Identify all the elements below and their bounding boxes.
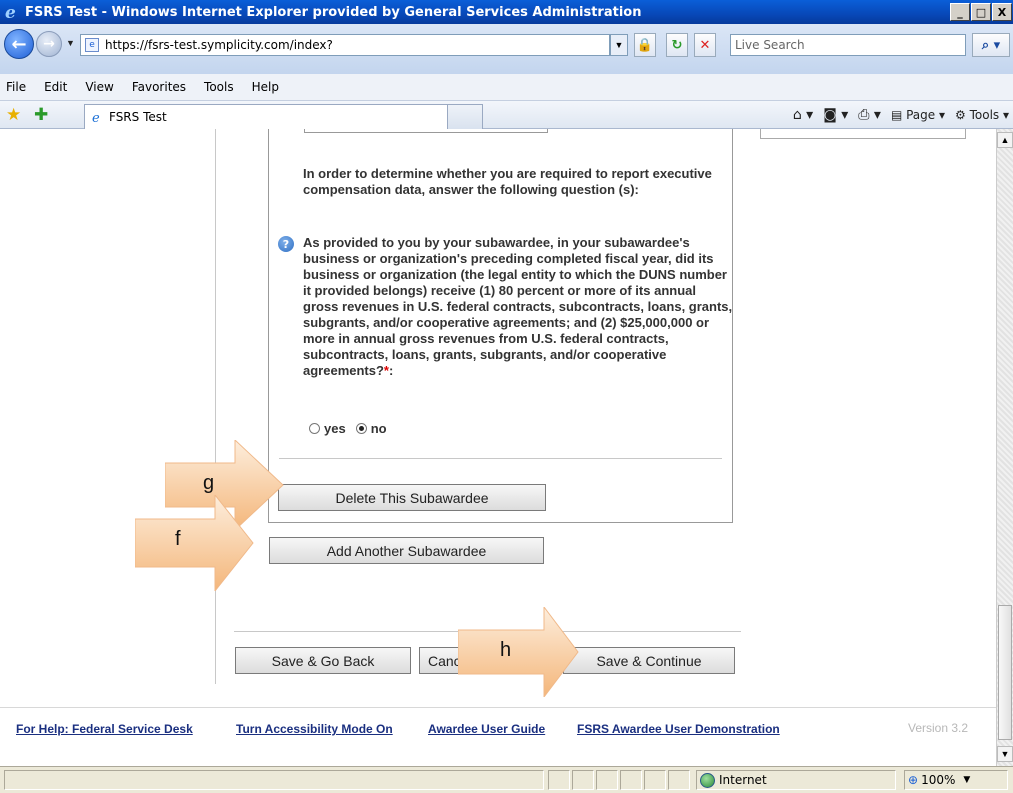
- forward-arrow-icon: →: [43, 36, 55, 52]
- search-input[interactable]: Live Search: [730, 34, 966, 56]
- zoom-icon: ⊕: [908, 773, 919, 787]
- command-bar: ⌂ ▾ ◙ ▾ ⎙ ▾ ▤ Page ▾ ⚙ Tools ▾: [793, 107, 1009, 123]
- status-cell: [548, 770, 570, 790]
- radio-yes-label: yes: [324, 421, 346, 436]
- tab-title: FSRS Test: [109, 110, 167, 124]
- address-dropdown-icon[interactable]: ▼: [610, 34, 628, 56]
- revenue-radio-group: yes no: [309, 421, 387, 436]
- question-colon: :: [388, 363, 394, 378]
- radio-no-label: no: [370, 421, 387, 436]
- callout-label-f: f: [175, 528, 181, 550]
- close-button[interactable]: X: [992, 3, 1012, 21]
- print-icon[interactable]: ⎙ ▾: [858, 107, 881, 123]
- zone-label: Internet: [719, 773, 767, 787]
- menu-favorites[interactable]: Favorites: [132, 80, 186, 94]
- demonstration-link[interactable]: FSRS Awardee User Demonstration: [577, 722, 780, 736]
- scroll-thumb[interactable]: [998, 605, 1012, 740]
- minimize-button[interactable]: _: [950, 3, 970, 21]
- maximize-button[interactable]: □: [971, 3, 991, 21]
- new-tab-button[interactable]: [447, 104, 483, 129]
- security-zone[interactable]: Internet: [696, 770, 896, 790]
- zoom-dropdown-icon: ▼: [963, 775, 971, 785]
- callout-label-g: g: [203, 472, 215, 494]
- radio-no[interactable]: [355, 423, 367, 434]
- callout-arrow-h: h: [458, 607, 580, 697]
- ie-logo-icon: e: [5, 3, 16, 21]
- menu-bar: File Edit View Favorites Tools Help: [0, 74, 1013, 101]
- content-left-border: [215, 129, 216, 684]
- callout-arrow-f: f: [135, 495, 255, 591]
- address-url: https://fsrs-test.symplicity.com/index?: [105, 38, 333, 52]
- history-dropdown-icon[interactable]: ▼: [66, 38, 75, 48]
- zoom-level: 100%: [921, 773, 956, 787]
- internet-globe-icon: [700, 772, 715, 788]
- page-menu[interactable]: ▤ Page ▾: [891, 108, 945, 122]
- page-menu-label: Page: [906, 108, 936, 122]
- arrow-h-shape: [458, 607, 579, 697]
- search-placeholder: Live Search: [735, 38, 805, 52]
- lock-icon[interactable]: 🔒: [634, 33, 656, 57]
- menu-file[interactable]: File: [6, 80, 26, 94]
- menu-tools[interactable]: Tools: [204, 80, 234, 94]
- menu-edit[interactable]: Edit: [44, 80, 67, 94]
- side-panel-edge: [760, 129, 966, 139]
- search-icon: ⌕ ▾: [981, 37, 1001, 53]
- address-field[interactable]: e https://fsrs-test.symplicity.com/index…: [80, 34, 610, 56]
- clipped-field[interactable]: [304, 129, 548, 133]
- delete-subawardee-button[interactable]: Delete This Subawardee: [278, 484, 546, 511]
- panel-divider: [279, 458, 722, 459]
- save-continue-button[interactable]: Save & Continue: [563, 647, 735, 674]
- svg-text:e: e: [92, 111, 100, 124]
- status-cell: [572, 770, 594, 790]
- status-text-cell: [4, 770, 544, 790]
- ie-tab-icon: e: [92, 111, 100, 124]
- menu-view[interactable]: View: [85, 80, 113, 94]
- refresh-button[interactable]: ↻: [666, 33, 688, 57]
- compensation-intro-text: In order to determine whether you are re…: [303, 166, 712, 197]
- tab-fsrs-test[interactable]: e FSRS Test: [84, 104, 482, 129]
- add-favorite-icon[interactable]: ✚: [34, 105, 48, 125]
- status-cell: [620, 770, 642, 790]
- page-icon: e: [85, 38, 99, 52]
- question-text: As provided to you by your subawardee, i…: [303, 235, 733, 378]
- status-cell: [644, 770, 666, 790]
- address-toolbar: ← → ▼ e https://fsrs-test.symplicity.com…: [0, 24, 1013, 74]
- radio-yes[interactable]: [309, 423, 320, 434]
- scroll-up-icon[interactable]: ▲: [997, 132, 1013, 148]
- search-button[interactable]: ⌕ ▾: [972, 33, 1010, 57]
- page-viewport: In order to determine whether you are re…: [0, 129, 996, 766]
- favorites-star-icon[interactable]: ★: [6, 105, 21, 125]
- home-icon[interactable]: ⌂ ▾: [793, 107, 813, 123]
- help-link[interactable]: For Help: Federal Service Desk: [16, 722, 193, 736]
- scroll-down-icon[interactable]: ▼: [997, 746, 1013, 762]
- forward-button[interactable]: →: [36, 31, 62, 57]
- zoom-control[interactable]: ⊕ 100% ▼: [904, 770, 1008, 790]
- subawardee-panel: In order to determine whether you are re…: [268, 129, 733, 523]
- accessibility-link[interactable]: Turn Accessibility Mode On: [236, 722, 393, 736]
- status-cell: [668, 770, 690, 790]
- revenue-question: As provided to you by your subawardee, i…: [303, 235, 733, 379]
- arrow-f-shape: [135, 495, 254, 591]
- svg-text:e: e: [5, 3, 16, 21]
- stop-button[interactable]: ✕: [694, 33, 716, 57]
- window-titlebar: e FSRS Test - Windows Internet Explorer …: [0, 0, 1013, 24]
- tab-bar: ★ ✚ e FSRS Test ⌂ ▾ ◙ ▾ ⎙ ▾ ▤ Page ▾ ⚙ T…: [0, 101, 1013, 129]
- window-title: FSRS Test - Windows Internet Explorer pr…: [25, 4, 642, 20]
- tools-menu[interactable]: ⚙ Tools ▾: [955, 108, 1009, 122]
- callout-label-h: h: [500, 639, 512, 661]
- status-bar: Internet ⊕ 100% ▼: [0, 766, 1013, 793]
- back-arrow-icon: ←: [11, 33, 27, 55]
- back-button[interactable]: ←: [4, 29, 34, 59]
- help-icon[interactable]: ?: [278, 236, 294, 252]
- menu-help[interactable]: Help: [252, 80, 279, 94]
- version-label: Version 3.2: [908, 721, 969, 735]
- status-cell: [596, 770, 618, 790]
- add-subawardee-button[interactable]: Add Another Subawardee: [269, 537, 544, 564]
- user-guide-link[interactable]: Awardee User Guide: [428, 722, 545, 736]
- vertical-scrollbar[interactable]: ▲ ▼: [996, 129, 1013, 766]
- tools-menu-label: Tools: [969, 108, 1000, 122]
- save-go-back-button[interactable]: Save & Go Back: [235, 647, 411, 674]
- feeds-icon[interactable]: ◙ ▾: [823, 107, 848, 123]
- page-footer: For Help: Federal Service Desk Turn Acce…: [0, 707, 996, 747]
